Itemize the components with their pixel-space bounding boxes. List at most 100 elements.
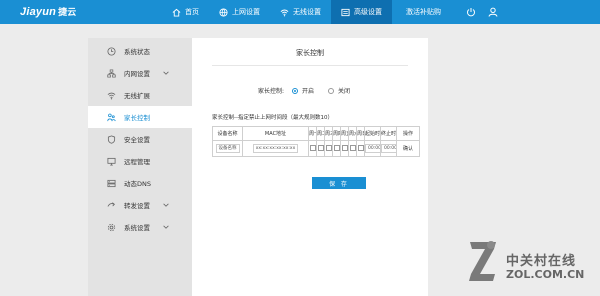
sidebar: 系统状态 内网设置 无线扩展 家长控制 安全设置 远程管理 动态DNS 转发设置… bbox=[88, 38, 192, 296]
col-header: MAC地址 bbox=[242, 126, 309, 141]
tuesday-checkbox[interactable] bbox=[317, 145, 324, 152]
sliders-icon bbox=[341, 8, 350, 17]
forward-icon bbox=[106, 200, 116, 210]
confirm-link[interactable]: 确认 bbox=[403, 146, 413, 152]
day-cell bbox=[332, 140, 341, 157]
col-header: 周一 bbox=[308, 126, 317, 141]
rules-table: 设备名称 MAC地址 周一 周二 周三 周四 周五 周六 周日 起始时间 终止时… bbox=[212, 126, 420, 157]
day-cell bbox=[324, 140, 333, 157]
radio-disable-label: 关闭 bbox=[338, 88, 351, 95]
control-label: 家长控制: bbox=[258, 88, 285, 95]
day-cell bbox=[356, 140, 365, 157]
sidebar-item-system-status[interactable]: 系统状态 bbox=[88, 40, 192, 62]
power-icon[interactable] bbox=[464, 5, 478, 19]
monday-checkbox[interactable] bbox=[309, 145, 316, 152]
user-icon[interactable] bbox=[486, 5, 500, 19]
col-header: 周五 bbox=[340, 126, 349, 141]
brand-name-cn: 捷云 bbox=[58, 7, 77, 17]
saturday-checkbox[interactable] bbox=[349, 145, 356, 152]
dns-icon bbox=[106, 178, 116, 188]
sidebar-item-label: 安全设置 bbox=[124, 136, 150, 144]
nav-advanced-settings[interactable]: 高级设置 bbox=[331, 0, 392, 24]
sidebar-item-label: 系统状态 bbox=[124, 48, 150, 56]
sidebar-item-ddns[interactable]: 动态DNS bbox=[88, 172, 192, 194]
sidebar-item-remote-management[interactable]: 远程管理 bbox=[88, 150, 192, 172]
sidebar-item-label: 动态DNS bbox=[124, 180, 151, 188]
col-header: 操作 bbox=[396, 126, 420, 141]
sidebar-item-system-settings[interactable]: 系统设置 bbox=[88, 216, 192, 238]
clock-icon bbox=[106, 46, 116, 56]
nav-promo[interactable]: 激活补贴购 bbox=[392, 0, 451, 24]
day-cell bbox=[340, 140, 349, 157]
chevron-down-icon bbox=[163, 203, 169, 207]
nav-internet-settings[interactable]: 上网设置 bbox=[209, 0, 270, 24]
end-time-cell: 00:00 bbox=[380, 140, 397, 157]
col-header: 周二 bbox=[316, 126, 325, 141]
nav-home[interactable]: 首页 bbox=[162, 0, 209, 24]
col-header: 周六 bbox=[348, 126, 357, 141]
col-header: 起始时间 bbox=[364, 126, 381, 141]
wifi-icon bbox=[106, 90, 116, 100]
radio-disable[interactable]: 关闭 bbox=[328, 86, 350, 95]
day-cell bbox=[348, 140, 357, 157]
mac-cell: xx:xx:xx:xx:xx:xx bbox=[242, 140, 309, 157]
nav-wireless-settings[interactable]: 无线设置 bbox=[270, 0, 331, 24]
watermark-text-en: ZOL.COM.CN bbox=[506, 268, 585, 281]
watermark-text-cn: 中关村在线 bbox=[506, 254, 577, 269]
start-time-input[interactable]: 00:00 bbox=[365, 144, 380, 153]
table-row: 设备名称 xx:xx:xx:xx:xx:xx 00:00 00:00 确认 bbox=[212, 140, 420, 157]
gear-icon bbox=[106, 222, 116, 232]
mac-address-input[interactable]: xx:xx:xx:xx:xx:xx bbox=[252, 144, 299, 153]
network-icon bbox=[106, 68, 116, 78]
table-header-row: 设备名称 MAC地址 周一 周二 周三 周四 周五 周六 周日 起始时间 终止时… bbox=[212, 126, 420, 141]
radio-disable-dot bbox=[328, 87, 335, 94]
chevron-down-icon bbox=[163, 71, 169, 75]
watermark: 中关村在线 ZOL.COM.CN bbox=[466, 232, 596, 292]
nav-wireless-label: 无线设置 bbox=[293, 8, 321, 16]
radio-enable[interactable]: 开启 bbox=[292, 86, 314, 95]
chevron-down-icon bbox=[163, 225, 169, 229]
col-header: 周三 bbox=[324, 126, 333, 141]
col-header: 周日 bbox=[356, 126, 365, 141]
start-time-cell: 00:00 bbox=[364, 140, 381, 157]
sidebar-item-wireless-extension[interactable]: 无线扩展 bbox=[88, 84, 192, 106]
shield-icon bbox=[106, 134, 116, 144]
action-cell: 确认 bbox=[396, 140, 420, 157]
sidebar-item-label: 远程管理 bbox=[124, 158, 150, 166]
wednesday-checkbox[interactable] bbox=[325, 145, 332, 152]
device-name-input[interactable]: 设备名称 bbox=[215, 144, 240, 153]
globe-icon bbox=[219, 7, 228, 17]
radio-enable-dot bbox=[292, 87, 299, 94]
title-divider bbox=[212, 65, 408, 66]
radio-enable-label: 开启 bbox=[302, 88, 315, 95]
sidebar-item-label: 无线扩展 bbox=[124, 92, 150, 100]
save-button[interactable]: 保 存 bbox=[312, 177, 366, 189]
col-header: 终止时间 bbox=[380, 126, 397, 141]
home-icon bbox=[172, 8, 181, 17]
device-name-cell: 设备名称 bbox=[212, 140, 243, 157]
sidebar-item-forwarding[interactable]: 转发设置 bbox=[88, 194, 192, 216]
col-header: 设备名称 bbox=[212, 126, 243, 141]
thursday-checkbox[interactable] bbox=[333, 145, 340, 152]
remote-icon bbox=[106, 156, 116, 166]
top-nav-bar: Jiayun 捷云 首页 上网设置 无线设置 高级设置 激活补贴购 bbox=[0, 0, 600, 24]
end-time-input[interactable]: 00:00 bbox=[381, 144, 396, 153]
col-header: 周四 bbox=[332, 126, 341, 141]
sidebar-item-lan-settings[interactable]: 内网设置 bbox=[88, 62, 192, 84]
friday-checkbox[interactable] bbox=[341, 145, 348, 152]
rules-section-label: 家长控制--指定禁止上网时间段（最大规则数10） bbox=[212, 115, 333, 121]
main-nav: 首页 上网设置 无线设置 高级设置 激活补贴购 bbox=[162, 0, 451, 24]
sunday-checkbox[interactable] bbox=[357, 145, 364, 152]
sidebar-item-label: 转发设置 bbox=[124, 202, 150, 210]
brand-logo[interactable]: Jiayun 捷云 bbox=[20, 5, 76, 18]
day-cell bbox=[316, 140, 325, 157]
parental-control-panel: 家长控制 家长控制: 开启 关闭 家长控制--指定禁止上网时间段（最大规则数10… bbox=[192, 38, 428, 296]
sidebar-item-security[interactable]: 安全设置 bbox=[88, 128, 192, 150]
parental-control-toggle: 家长控制: 开启 关闭 bbox=[258, 86, 364, 95]
brand-name-en: Jiayun bbox=[20, 5, 57, 18]
nav-internet-label: 上网设置 bbox=[232, 8, 260, 16]
wifi-icon bbox=[280, 8, 289, 17]
sidebar-item-parental-control[interactable]: 家长控制 bbox=[88, 106, 192, 128]
nav-advanced-label: 高级设置 bbox=[354, 8, 382, 16]
sidebar-item-label: 系统设置 bbox=[124, 224, 150, 232]
